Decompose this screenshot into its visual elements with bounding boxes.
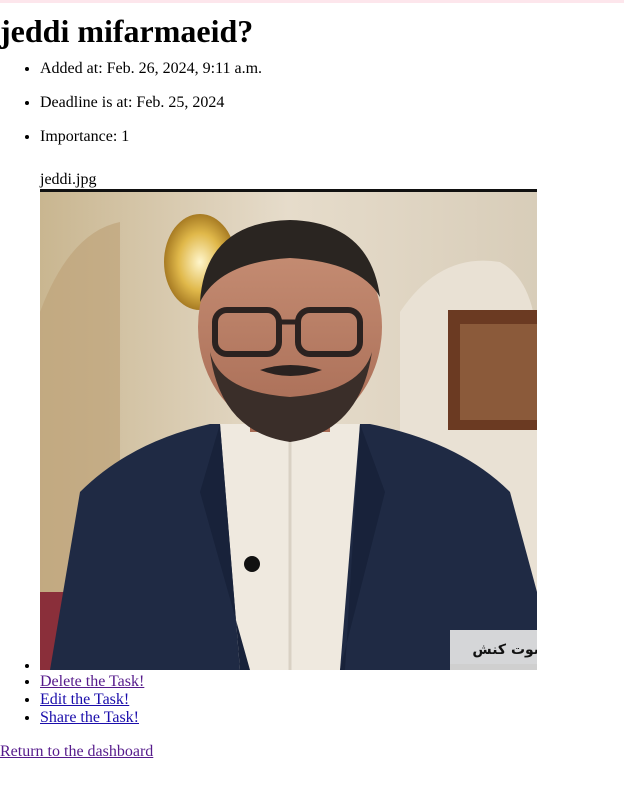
logo-caption: سوت کنش <box>472 642 537 658</box>
task-title: jeddi mifarmaeid? <box>0 13 254 49</box>
importance: Importance: 1 <box>40 128 262 146</box>
edit-task-link[interactable]: Edit the Task! <box>40 691 129 708</box>
share-task-link[interactable]: Share the Task! <box>40 709 139 726</box>
added-at: Added at: Feb. 26, 2024, 9:11 a.m. <box>40 60 262 78</box>
attachment-image: سوت کنش <box>40 189 537 670</box>
attachment-filename: jeddi.jpg <box>40 171 97 188</box>
top-strip <box>0 0 624 3</box>
attachment-item: سوت کنش <box>40 189 537 670</box>
task-actions: Delete the Task! Edit the Task! Share th… <box>0 673 144 727</box>
attachment-list: سوت کنش <box>0 189 537 670</box>
action-share-item: Share the Task! <box>40 709 144 727</box>
delete-task-link[interactable]: Delete the Task! <box>40 673 144 690</box>
portrait-photo: سوت کنش <box>40 192 537 670</box>
task-details-list: Added at: Feb. 26, 2024, 9:11 a.m. Deadl… <box>0 60 262 146</box>
return-dashboard-link[interactable]: Return to the dashboard <box>0 743 153 761</box>
action-delete-item: Delete the Task! <box>40 673 144 691</box>
deadline: Deadline is at: Feb. 25, 2024 <box>40 94 262 112</box>
action-edit-item: Edit the Task! <box>40 691 144 709</box>
